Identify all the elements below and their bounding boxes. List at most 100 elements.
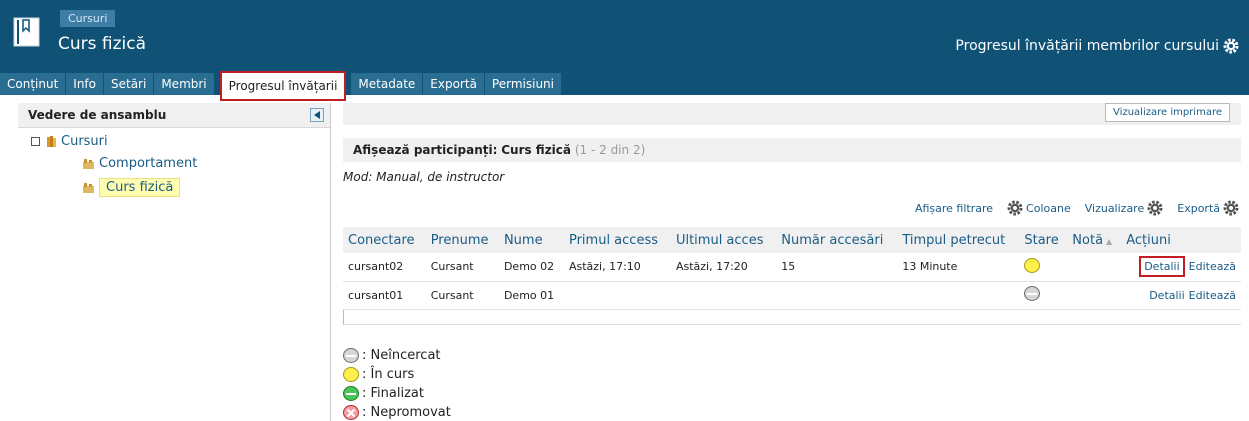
table-scroll-area[interactable]: [343, 310, 1241, 325]
view-button[interactable]: Vizualizare: [1085, 200, 1164, 216]
cell-status: [1019, 253, 1068, 282]
tree-item-root-label: Cursuri: [61, 134, 108, 149]
tab-members[interactable]: Membri: [154, 73, 214, 95]
sidebar: Vedere de ansamblu Cursuri Comportament: [18, 103, 331, 421]
legend-label: : Nepromovat: [362, 405, 451, 420]
header-bar: Cursuri Curs fizică Progresul învățării …: [0, 0, 1249, 101]
column-header-grade[interactable]: Notă ▲: [1067, 227, 1122, 253]
sidebar-header: Vedere de ansamblu: [18, 103, 330, 128]
legend-item: : Nepromovat: [343, 403, 451, 421]
course-icon: [83, 158, 94, 169]
tab-permissions[interactable]: Permisiuni: [484, 73, 561, 95]
legend-label: : Neîncercat: [362, 348, 441, 363]
cell-last-access: [670, 281, 777, 310]
course-book-icon: [13, 17, 40, 47]
export-button[interactable]: Exportă: [1177, 200, 1239, 216]
edit-link[interactable]: Editează: [1189, 260, 1236, 273]
collapse-sidebar-button[interactable]: [310, 108, 324, 122]
main-topbar: Vizualizare imprimare: [343, 103, 1241, 125]
column-header[interactable]: Prenume: [425, 227, 499, 253]
cell-login: cursant01: [343, 281, 426, 310]
tab-info[interactable]: Info: [66, 73, 103, 95]
in-progress-icon: [343, 367, 359, 382]
tab-learning-progress[interactable]: Progresul învățarii: [219, 71, 347, 101]
gear-icon[interactable]: [1223, 38, 1239, 54]
edit-link[interactable]: Editează: [1189, 289, 1236, 302]
tab-bar: Conținut Info Setări Membri Progresul în…: [0, 69, 562, 101]
status-legend: : Neîncercat : În curs : Finalizat : Nep…: [343, 346, 451, 421]
column-header[interactable]: Conectare: [343, 227, 426, 253]
legend-item: : Finalizat: [343, 384, 451, 403]
page-subtitle-text: Progresul învățării membrilor cursului: [955, 38, 1219, 54]
cell-access-count: [776, 281, 898, 310]
tab-settings[interactable]: Setări: [104, 73, 154, 95]
tab-metadata[interactable]: Metadate: [351, 73, 423, 95]
details-link[interactable]: Detalii: [1139, 256, 1185, 278]
sort-arrow-icon: ▲: [1106, 236, 1113, 246]
tree-item-label: Comportament: [99, 156, 198, 171]
cell-status: [1019, 281, 1068, 310]
cell-time-spent: [897, 281, 1020, 310]
mode-text: Mod: Manual, de instructor: [343, 170, 505, 184]
tab-content[interactable]: Conținut: [0, 73, 66, 95]
cell-login: cursant02: [343, 253, 426, 282]
in-progress-status-icon: [1024, 257, 1041, 273]
tree-item-comportament[interactable]: Comportament: [82, 156, 197, 171]
cell-actions: Detalii Editează: [1121, 253, 1241, 282]
participants-course: Curs fizică: [501, 143, 572, 157]
print-view-button[interactable]: Vizualizare imprimare: [1105, 103, 1230, 122]
legend-item: : Neîncercat: [343, 346, 451, 365]
sidebar-title: Vedere de ansamblu: [28, 108, 167, 122]
folder-icon: [47, 136, 56, 147]
cell-last-name: Demo 02: [498, 253, 564, 282]
tree-item-label-selected: Curs fizică: [99, 178, 181, 197]
page-title: Curs fizică: [58, 34, 147, 54]
cell-last-name: Demo 01: [498, 281, 564, 310]
cell-grade: [1067, 253, 1122, 282]
column-header[interactable]: Număr accesări: [776, 227, 898, 253]
tree-item-root[interactable]: Cursuri: [31, 134, 108, 149]
column-header[interactable]: Nume: [498, 227, 564, 253]
column-header[interactable]: Timpul petrecut: [897, 227, 1020, 253]
export-label: Exportă: [1177, 201, 1220, 215]
column-header-label: Notă: [1072, 232, 1104, 248]
cell-first-name: Cursant: [425, 253, 499, 282]
legend-label: : Finalizat: [362, 386, 424, 401]
not-attempted-status-icon: [1024, 286, 1041, 301]
gear-icon: [1147, 200, 1163, 216]
tree-item-curs-fizica[interactable]: Curs fizică: [82, 178, 181, 197]
gear-icon: [1007, 200, 1023, 216]
column-header[interactable]: Ultimul acces: [670, 227, 777, 253]
participants-label: Afișează participanți:: [353, 143, 498, 157]
columns-button[interactable]: Coloane: [1007, 200, 1071, 216]
cell-time-spent: 13 Minute: [897, 253, 1020, 282]
participants-table: Conectare Prenume Nume Primul access Ult…: [343, 227, 1241, 310]
cell-first-access: Astăzi, 17:10: [563, 253, 671, 282]
table-header-row: Conectare Prenume Nume Primul access Ult…: [343, 227, 1241, 253]
completed-icon: [343, 386, 359, 401]
page-subtitle: Progresul învățării membrilor cursului: [955, 36, 1239, 56]
table-row: cursant02 Cursant Demo 02 Astăzi, 17:10 …: [343, 253, 1241, 282]
breadcrumb[interactable]: Cursuri: [60, 10, 116, 27]
expand-toggle-icon[interactable]: [31, 137, 40, 146]
columns-label: Coloane: [1026, 201, 1071, 215]
legend-label: : În curs: [362, 367, 415, 382]
cell-access-count: 15: [776, 253, 898, 282]
legend-item: : În curs: [343, 365, 451, 384]
participants-header: Afișează participanți: Curs fizică (1 - …: [343, 138, 1241, 162]
cell-first-access: [563, 281, 671, 310]
cell-grade: [1067, 281, 1122, 310]
show-filter-label: Afișare filtrare: [914, 201, 994, 215]
table-toolbar: Afișare filtrare Coloane Vizualizare Exp…: [901, 200, 1239, 216]
gear-icon: [1223, 200, 1239, 216]
participants-count: (1 - 2 din 2): [574, 143, 646, 157]
show-filter-link[interactable]: Afișare filtrare: [915, 202, 993, 215]
main-panel: Vizualizare imprimare Afișează participa…: [343, 103, 1249, 421]
column-header[interactable]: Primul access: [563, 227, 671, 253]
not-attempted-icon: [343, 348, 359, 363]
details-link[interactable]: Detalii: [1149, 289, 1184, 302]
tab-export[interactable]: Exportă: [423, 73, 484, 95]
failed-icon: [343, 405, 359, 420]
cell-actions: Detalii Editează: [1121, 281, 1241, 310]
column-header[interactable]: Stare: [1019, 227, 1068, 253]
